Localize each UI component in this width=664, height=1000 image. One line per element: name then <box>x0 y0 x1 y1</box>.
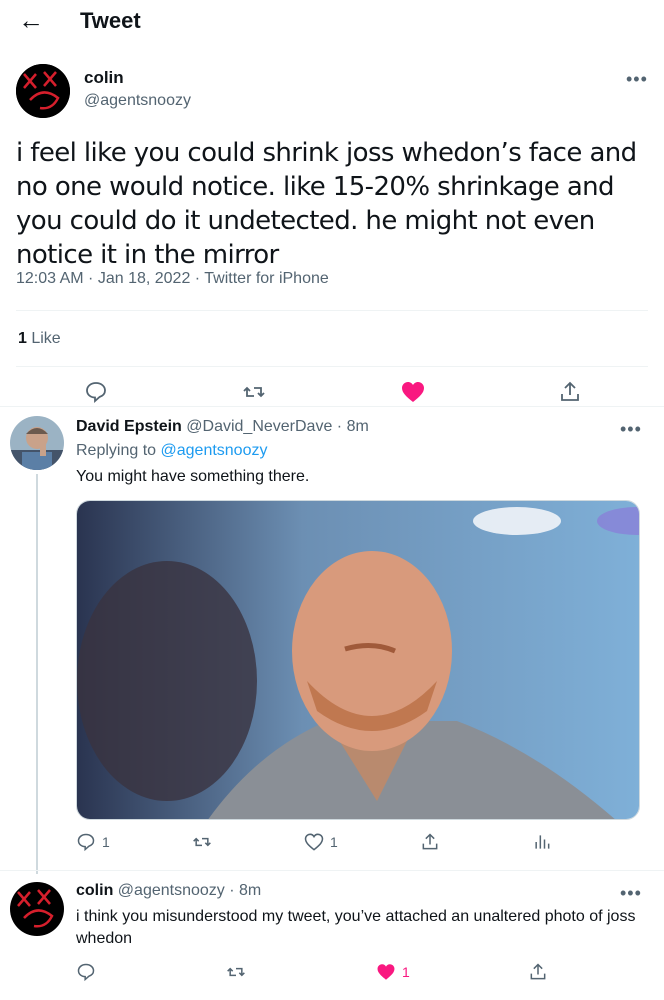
reply-icon[interactable] <box>84 380 108 404</box>
more-options-icon[interactable]: ••• <box>620 884 642 902</box>
author-name[interactable]: David Epstein <box>76 418 182 435</box>
divider <box>16 366 648 367</box>
reply-time: · 8m <box>332 418 369 435</box>
author-name[interactable]: colin <box>76 882 113 899</box>
avatar[interactable] <box>10 882 64 936</box>
author-handle[interactable]: @agentsnoozy <box>118 882 225 899</box>
attached-photo[interactable] <box>76 500 640 820</box>
tweet-text: i feel like you could shrink joss whedon… <box>16 138 637 270</box>
reply-actions: 1 <box>0 962 664 992</box>
thread-line <box>36 474 38 874</box>
divider <box>0 870 664 871</box>
avatar[interactable] <box>16 64 70 118</box>
retweet-icon[interactable] <box>242 380 266 404</box>
like-count: 1 <box>402 964 410 980</box>
author-handle[interactable]: @agentsnoozy <box>84 92 191 110</box>
reply-text: i think you misunderstood my tweet, you’… <box>76 908 636 947</box>
avatar[interactable] <box>10 416 64 470</box>
likes-summary[interactable]: 1 Like <box>18 330 61 348</box>
divider <box>16 310 648 311</box>
arrow-left-icon[interactable]: ← <box>18 6 44 34</box>
reply-actions: 1 1 <box>0 832 664 862</box>
replying-to-label: Replying to <box>76 442 161 459</box>
analytics-icon[interactable] <box>532 832 552 852</box>
replying-to-link[interactable]: @agentsnoozy <box>161 442 268 459</box>
share-icon[interactable] <box>558 380 582 404</box>
more-options-icon[interactable]: ••• <box>626 70 648 88</box>
more-options-icon[interactable]: ••• <box>620 420 642 438</box>
likes-count: 1 <box>18 330 27 347</box>
share-icon[interactable] <box>528 962 548 982</box>
like-icon-filled[interactable]: 1 <box>376 962 410 982</box>
reply-icon[interactable] <box>76 962 96 982</box>
like-icon[interactable]: 1 <box>304 832 338 852</box>
reply-icon[interactable]: 1 <box>76 832 110 852</box>
like-count: 1 <box>330 834 338 850</box>
divider <box>0 406 664 407</box>
reply-count: 1 <box>102 834 110 850</box>
author-name[interactable]: colin <box>84 68 124 88</box>
page-title: Tweet <box>80 8 141 33</box>
reply-text: You might have something there. <box>76 468 310 485</box>
retweet-icon[interactable] <box>192 832 212 852</box>
reply-time: · 8m <box>224 882 262 899</box>
tweet-timestamp[interactable]: 12:03 AM · Jan 18, 2022 · Twitter for iP… <box>16 270 329 288</box>
retweet-icon[interactable] <box>226 962 246 982</box>
top-bar: ← Tweet <box>0 0 664 42</box>
replying-to: Replying to @agentsnoozy <box>76 442 267 460</box>
author-handle[interactable]: @David_NeverDave <box>186 418 332 435</box>
share-icon[interactable] <box>420 832 440 852</box>
like-icon-filled[interactable] <box>400 380 426 404</box>
reply-header: colin @agentsnoozy · 8m <box>76 882 261 900</box>
reply-header: David Epstein @David_NeverDave · 8m <box>76 418 369 436</box>
likes-label: Like <box>26 330 61 347</box>
